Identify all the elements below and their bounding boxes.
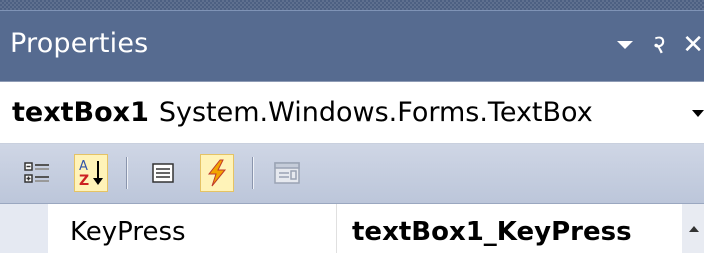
panel-title: Properties — [10, 28, 149, 59]
vertical-scrollbar[interactable] — [682, 204, 704, 253]
auto-hide-pin-icon[interactable]: २ — [653, 32, 667, 58]
selected-object-type: System.Windows.Forms.TextBox — [158, 97, 593, 128]
title-bar-inner: Properties २ ✕ — [0, 10, 704, 82]
chevron-down-icon[interactable] — [692, 110, 704, 117]
property-pages-icon — [274, 162, 300, 184]
object-name-label: textBox1 System.Windows.Forms.TextBox — [12, 97, 593, 128]
column-divider[interactable] — [336, 204, 337, 253]
events-button[interactable] — [200, 154, 234, 192]
toolbar-separator — [126, 157, 128, 189]
property-value[interactable]: textBox1_KeyPress — [352, 217, 632, 247]
properties-toolbar: A Z — [0, 144, 704, 204]
svg-text:Z: Z — [79, 173, 89, 188]
categorized-icon — [24, 162, 49, 183]
property-pages-button — [270, 154, 304, 192]
properties-title-bar: Properties २ ✕ — [0, 0, 704, 82]
categorized-button[interactable] — [20, 154, 54, 192]
close-icon[interactable]: ✕ — [682, 32, 704, 58]
properties-button[interactable] — [146, 154, 180, 192]
object-selector[interactable]: textBox1 System.Windows.Forms.TextBox — [0, 81, 704, 144]
window-position-dropdown-icon[interactable] — [616, 41, 633, 49]
selected-object-name: textBox1 — [12, 97, 149, 128]
alphabetical-sort-icon: A Z — [79, 159, 103, 188]
toolbar-separator — [252, 157, 254, 189]
property-name[interactable]: KeyPress — [70, 217, 186, 247]
events-lightning-icon — [207, 159, 227, 187]
scroll-up-icon[interactable] — [689, 226, 699, 232]
grid-margin — [0, 204, 48, 253]
properties-icon — [152, 163, 174, 183]
title-buttons: २ ✕ — [601, 27, 704, 63]
property-grid: KeyPress textBox1_KeyPress — [0, 204, 704, 253]
svg-text:A: A — [79, 159, 88, 174]
alphabetical-button[interactable]: A Z — [74, 154, 108, 192]
